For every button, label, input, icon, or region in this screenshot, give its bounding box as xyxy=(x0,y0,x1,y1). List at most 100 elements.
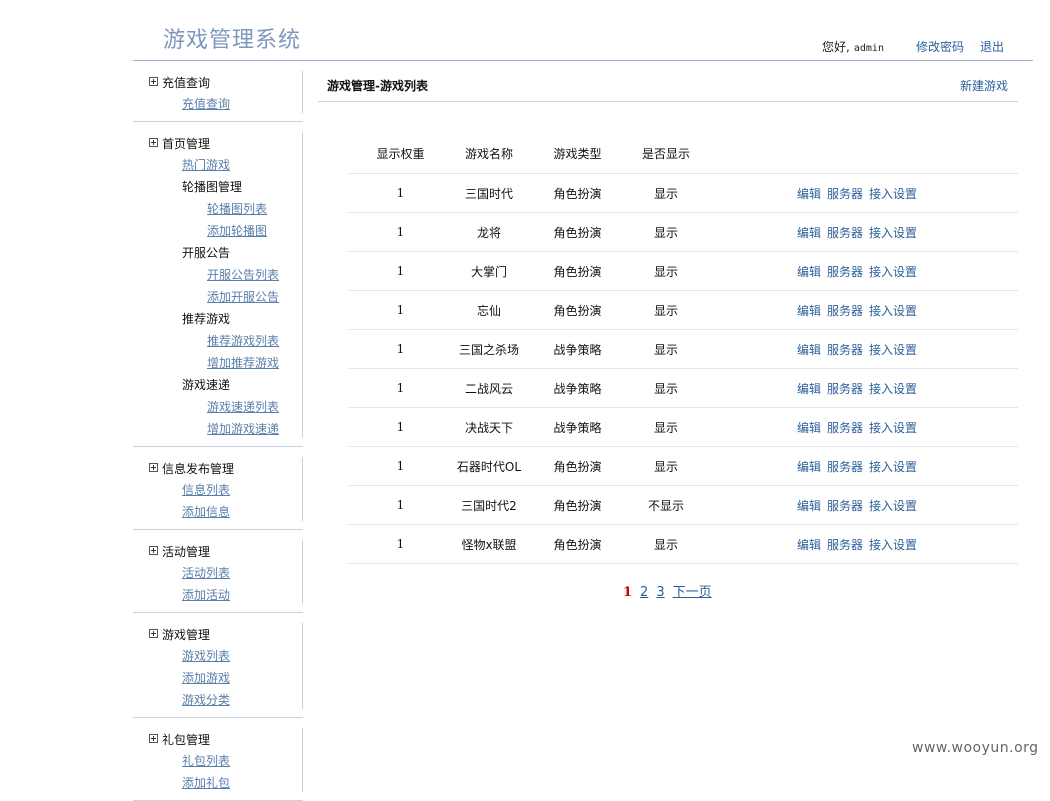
cell-actions: 编辑 服务器 接入设置 xyxy=(702,485,1018,525)
sidebar-item[interactable]: 游戏分类 xyxy=(133,689,303,711)
sidebar-item[interactable]: 增加推荐游戏 xyxy=(133,352,303,374)
edit-link[interactable]: 编辑 xyxy=(797,343,821,357)
sidebar-group-header[interactable]: 活动管理 xyxy=(133,540,303,562)
table-row: 1 石器时代OL 角色扮演 显示 编辑 服务器 接入设置 xyxy=(348,446,1018,486)
edit-link[interactable]: 编辑 xyxy=(797,460,821,474)
cell-actions: 编辑 服务器 接入设置 xyxy=(702,251,1018,291)
sidebar-item[interactable]: 开服公告列表 xyxy=(133,264,303,286)
edit-link[interactable]: 编辑 xyxy=(797,538,821,552)
sidebar-group-title: 活动管理 xyxy=(162,544,211,559)
server-link[interactable]: 服务器 xyxy=(827,538,863,552)
access-settings-link[interactable]: 接入设置 xyxy=(869,343,917,357)
cell-actions: 编辑 服务器 接入设置 xyxy=(702,290,1018,330)
server-link[interactable]: 服务器 xyxy=(827,265,863,279)
cell-type: 角色扮演 xyxy=(525,173,630,213)
access-settings-link[interactable]: 接入设置 xyxy=(869,499,917,513)
cell-actions: 编辑 服务器 接入设置 xyxy=(702,446,1018,486)
sidebar-item[interactable]: 添加游戏 xyxy=(133,667,303,689)
access-settings-link[interactable]: 接入设置 xyxy=(869,265,917,279)
server-link[interactable]: 服务器 xyxy=(827,226,863,240)
page-2-link[interactable]: 2 xyxy=(640,585,648,600)
sidebar-item[interactable]: 热门游戏 xyxy=(133,154,303,176)
next-page-link[interactable]: 下一页 xyxy=(673,585,712,600)
sidebar-group: 首页管理 热门游戏 轮播图管理 轮播图列表 添加轮播图 开服公告 开服公告列表 添加开服公告推… xyxy=(133,122,303,447)
table-row: 1 忘仙 角色扮演 显示 编辑 服务器 接入设置 xyxy=(348,290,1018,330)
sidebar-subheading: 游戏速递 xyxy=(182,378,231,392)
cell-type: 角色扮演 xyxy=(525,485,630,525)
expand-plus-icon[interactable] xyxy=(149,628,158,638)
col-weight: 显示权重 xyxy=(348,133,453,174)
sidebar-group-title: 信息发布管理 xyxy=(162,461,235,476)
username: admin xyxy=(853,43,884,54)
sidebar-item[interactable]: 推荐游戏列表 xyxy=(133,330,303,352)
sidebar-item[interactable]: 游戏速递列表 xyxy=(133,396,303,418)
server-link[interactable]: 服务器 xyxy=(827,382,863,396)
sidebar-item[interactable]: 充值查询 xyxy=(133,93,303,115)
col-show: 是否显示 xyxy=(630,133,702,174)
sidebar-group-header[interactable]: 礼包管理 xyxy=(133,728,303,750)
server-link[interactable]: 服务器 xyxy=(827,460,863,474)
cell-show: 显示 xyxy=(630,173,702,213)
access-settings-link[interactable]: 接入设置 xyxy=(869,421,917,435)
table-header-row: 显示权重 游戏名称 游戏类型 是否显示 xyxy=(348,133,1018,174)
server-link[interactable]: 服务器 xyxy=(827,343,863,357)
expand-plus-icon[interactable] xyxy=(149,545,158,555)
edit-link[interactable]: 编辑 xyxy=(797,226,821,240)
new-game-button[interactable]: 新建游戏 xyxy=(960,77,1008,94)
page-3-link[interactable]: 3 xyxy=(656,585,664,600)
sidebar-item[interactable]: 添加礼包 xyxy=(133,772,303,794)
greeting: 您好, admin xyxy=(822,40,884,54)
server-link[interactable]: 服务器 xyxy=(827,499,863,513)
edit-link[interactable]: 编辑 xyxy=(797,265,821,279)
cell-show: 显示 xyxy=(630,524,702,564)
edit-link[interactable]: 编辑 xyxy=(797,421,821,435)
cell-weight: 1 xyxy=(348,212,453,252)
expand-plus-icon[interactable] xyxy=(149,137,158,147)
sidebar-item[interactable]: 添加信息 xyxy=(133,501,303,523)
access-settings-link[interactable]: 接入设置 xyxy=(869,226,917,240)
logout-link[interactable]: 退出 xyxy=(980,40,1004,54)
access-settings-link[interactable]: 接入设置 xyxy=(869,382,917,396)
access-settings-link[interactable]: 接入设置 xyxy=(869,538,917,552)
cell-actions: 编辑 服务器 接入设置 xyxy=(702,407,1018,447)
sidebar-item[interactable]: 轮播图列表 xyxy=(133,198,303,220)
sidebar-group-header[interactable]: 首页管理 xyxy=(133,132,303,154)
server-link[interactable]: 服务器 xyxy=(827,304,863,318)
sidebar-item[interactable]: 礼包列表 xyxy=(133,750,303,772)
cell-type: 角色扮演 xyxy=(525,446,630,486)
edit-link[interactable]: 编辑 xyxy=(797,187,821,201)
server-link[interactable]: 服务器 xyxy=(827,187,863,201)
watermark: www.wooyun.org xyxy=(912,740,1039,756)
server-link[interactable]: 服务器 xyxy=(827,421,863,435)
sidebar-group-header[interactable]: 游戏管理 xyxy=(133,623,303,645)
access-settings-link[interactable]: 接入设置 xyxy=(869,187,917,201)
sidebar-group-header[interactable]: 充值查询 xyxy=(133,71,303,93)
change-password-link[interactable]: 修改密码 xyxy=(916,40,964,54)
access-settings-link[interactable]: 接入设置 xyxy=(869,460,917,474)
cell-show: 显示 xyxy=(630,407,702,447)
sidebar-item[interactable]: 添加轮播图 xyxy=(133,220,303,242)
sidebar: 充值查询 充值查询首页管理 热门游戏 轮播图管理 轮播图列表 添加轮播图 开服公告 开服公告列… xyxy=(133,61,303,801)
cell-show: 显示 xyxy=(630,368,702,408)
expand-plus-icon[interactable] xyxy=(149,76,158,86)
cell-actions: 编辑 服务器 接入设置 xyxy=(702,368,1018,408)
sidebar-group-header[interactable]: 信息发布管理 xyxy=(133,457,303,479)
sidebar-item[interactable]: 活动列表 xyxy=(133,562,303,584)
sidebar-item[interactable]: 添加活动 xyxy=(133,584,303,606)
expand-plus-icon[interactable] xyxy=(149,462,158,472)
cell-name: 石器时代OL xyxy=(453,446,525,486)
table-row: 1 三国时代2 角色扮演 不显示 编辑 服务器 接入设置 xyxy=(348,485,1018,525)
sidebar-item[interactable]: 增加游戏速递 xyxy=(133,418,303,440)
sidebar-subheading: 推荐游戏 xyxy=(182,312,231,326)
sidebar-item[interactable]: 信息列表 xyxy=(133,479,303,501)
access-settings-link[interactable]: 接入设置 xyxy=(869,304,917,318)
edit-link[interactable]: 编辑 xyxy=(797,499,821,513)
app-title: 游戏管理系统 xyxy=(163,28,302,53)
sidebar-item[interactable]: 游戏列表 xyxy=(133,645,303,667)
cell-type: 角色扮演 xyxy=(525,212,630,252)
expand-plus-icon[interactable] xyxy=(149,733,158,743)
edit-link[interactable]: 编辑 xyxy=(797,304,821,318)
sidebar-item[interactable]: 添加开服公告 xyxy=(133,286,303,308)
cell-weight: 1 xyxy=(348,524,453,564)
edit-link[interactable]: 编辑 xyxy=(797,382,821,396)
